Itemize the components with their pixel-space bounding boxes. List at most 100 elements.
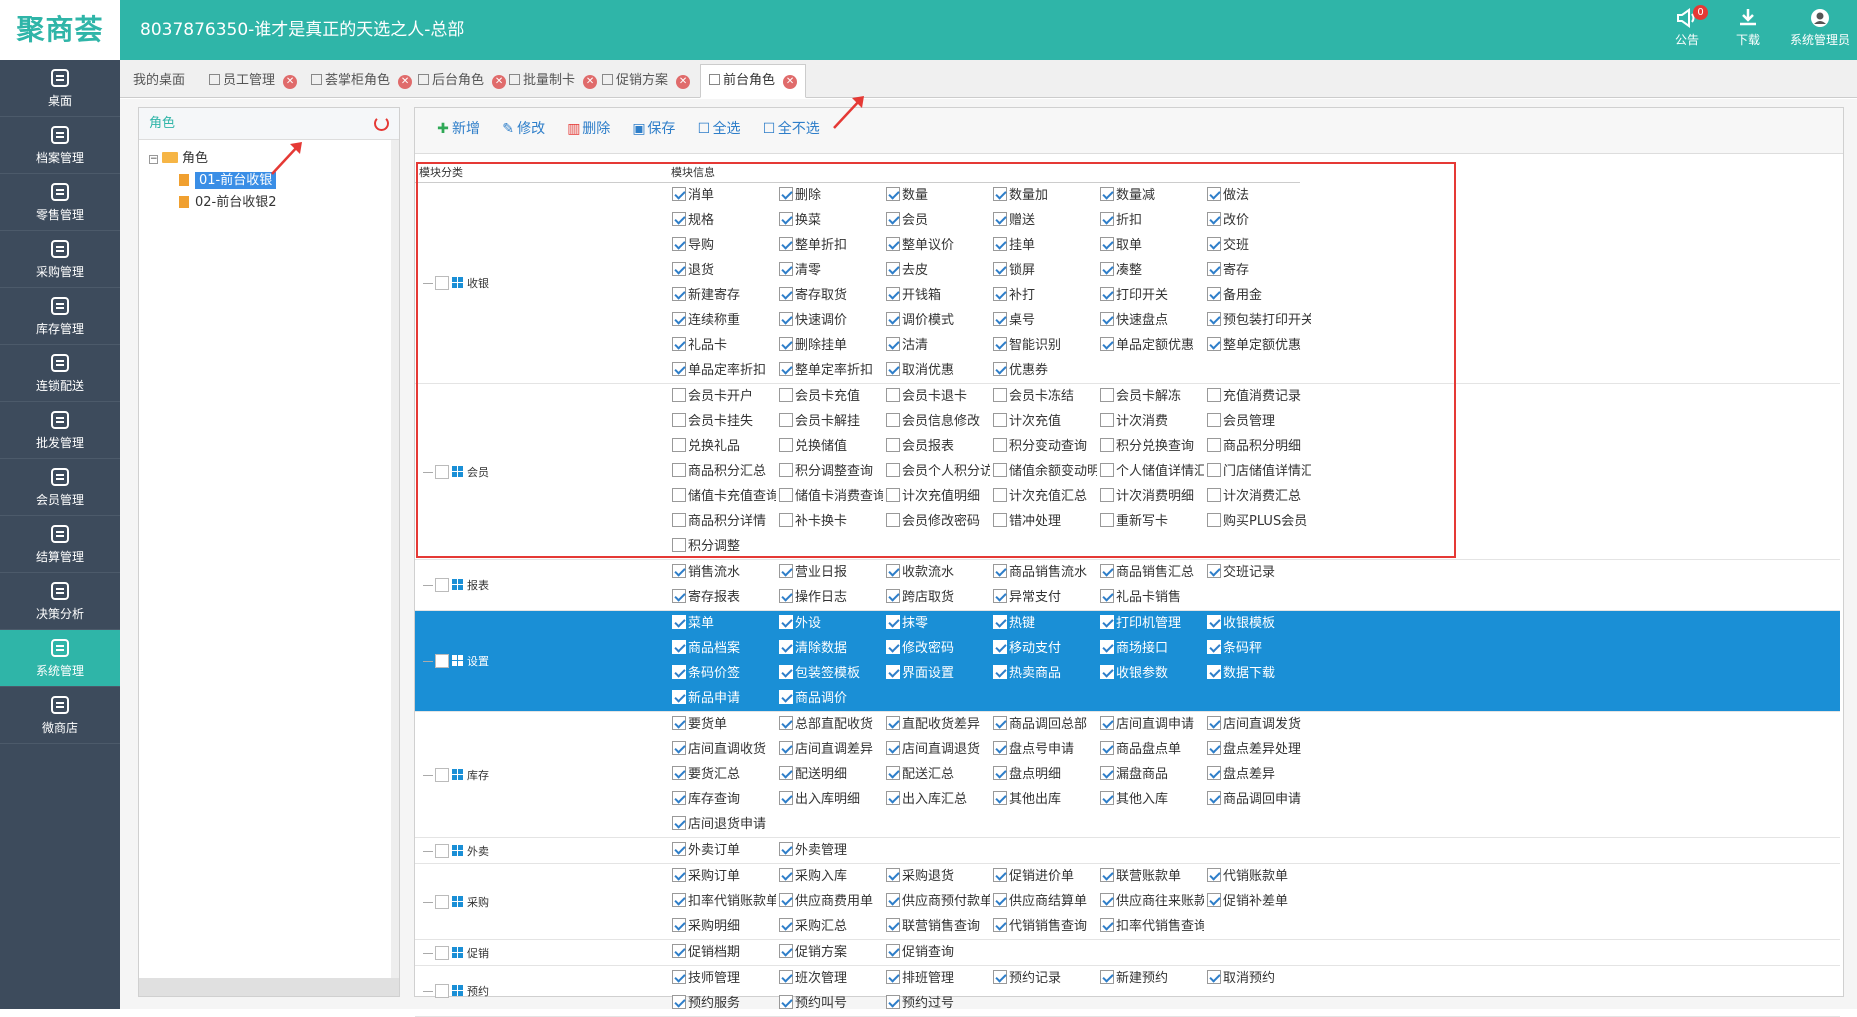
permission-item[interactable]: 会员卡解挂 <box>776 409 883 434</box>
permission-checkbox[interactable] <box>993 791 1007 805</box>
permission-item[interactable]: 商品积分详情 <box>669 509 776 534</box>
permission-checkbox[interactable] <box>886 413 900 427</box>
permission-checkbox[interactable] <box>1207 615 1221 629</box>
permission-item[interactable]: 整单定率折扣 <box>776 358 883 383</box>
close-icon[interactable]: ✕ <box>283 75 298 89</box>
permission-checkbox[interactable] <box>886 212 900 226</box>
permission-checkbox[interactable] <box>672 615 686 629</box>
permission-checkbox[interactable] <box>672 362 686 376</box>
permission-item[interactable]: 配送汇总 <box>883 762 990 787</box>
permission-checkbox[interactable] <box>1207 287 1221 301</box>
permission-checkbox[interactable] <box>886 615 900 629</box>
permission-checkbox[interactable] <box>993 868 1007 882</box>
permission-item[interactable]: 计次充值汇总 <box>990 484 1097 509</box>
permission-item[interactable]: 店间直调收货 <box>669 737 776 762</box>
permission-item[interactable]: 操作日志 <box>776 585 883 610</box>
tree-node-role-2[interactable]: 02-前台收银2 <box>149 192 389 214</box>
permission-item[interactable]: 赠送 <box>990 208 1097 233</box>
permission-checkbox[interactable] <box>886 488 900 502</box>
collapse-icon[interactable]: − <box>149 155 158 164</box>
permission-checkbox[interactable] <box>672 287 686 301</box>
sidebar-item-4[interactable]: 库存管理 <box>0 288 120 345</box>
group-checkbox[interactable] <box>435 578 449 592</box>
sidebar-item-3[interactable]: 采购管理 <box>0 231 120 288</box>
close-icon[interactable]: ✕ <box>676 75 691 89</box>
permission-item[interactable]: 会员信息修改 <box>883 409 990 434</box>
permission-item[interactable]: 商品档案 <box>669 636 776 661</box>
permission-checkbox[interactable] <box>779 893 793 907</box>
permission-item[interactable]: 错冲处理 <box>990 509 1097 534</box>
permission-item[interactable]: 商品销售流水 <box>990 560 1097 585</box>
permission-checkbox[interactable] <box>1100 918 1114 932</box>
permission-item[interactable]: 扣率代销售查询 <box>1097 914 1204 939</box>
permission-item[interactable]: 预约记录 <box>990 966 1097 991</box>
permission-checkbox[interactable] <box>1207 970 1221 984</box>
permission-item[interactable]: 补打 <box>990 283 1097 308</box>
permission-checkbox[interactable] <box>1207 237 1221 251</box>
permission-item[interactable]: 跨店取货 <box>883 585 990 610</box>
permission-item[interactable]: 会员 <box>883 208 990 233</box>
permission-checkbox[interactable] <box>1100 615 1114 629</box>
permission-item[interactable]: 预约服务 <box>669 991 776 1016</box>
permission-item[interactable]: 计次消费 <box>1097 409 1204 434</box>
permission-item[interactable]: 计次消费汇总 <box>1204 484 1311 509</box>
permission-item[interactable]: 出入库汇总 <box>883 787 990 812</box>
permission-checkbox[interactable] <box>886 337 900 351</box>
permission-checkbox[interactable] <box>886 287 900 301</box>
permission-checkbox[interactable] <box>1207 212 1221 226</box>
permission-checkbox[interactable] <box>672 212 686 226</box>
permission-item[interactable]: 预约叫号 <box>776 991 883 1016</box>
permission-item[interactable]: 清除数据 <box>776 636 883 661</box>
permission-item[interactable]: 促销方案 <box>776 940 883 965</box>
permission-item[interactable]: 条码价签 <box>669 661 776 686</box>
group-category[interactable]: 收银 <box>423 275 489 291</box>
permission-item[interactable]: 店间直调申请 <box>1097 712 1204 737</box>
save-button[interactable]: ▣ 保存 <box>632 118 675 138</box>
permission-checkbox[interactable] <box>1100 640 1114 654</box>
permission-item[interactable]: 锁屏 <box>990 258 1097 283</box>
permission-item[interactable]: 配送明细 <box>776 762 883 787</box>
permission-item[interactable]: 智能识别 <box>990 333 1097 358</box>
permission-item[interactable]: 储值余额变动明 <box>990 459 1097 484</box>
group-checkbox[interactable] <box>435 984 449 998</box>
permission-item[interactable]: 商品调回申请 <box>1204 787 1311 812</box>
permission-item[interactable]: 积分调整 <box>669 534 776 559</box>
permission-checkbox[interactable] <box>1207 791 1221 805</box>
permission-item[interactable]: 积分调整查询 <box>776 459 883 484</box>
permission-item[interactable]: 打印开关 <box>1097 283 1204 308</box>
permission-checkbox[interactable] <box>779 262 793 276</box>
permission-item[interactable]: 交班 <box>1204 233 1311 258</box>
permission-checkbox[interactable] <box>1100 287 1114 301</box>
vertical-scrollbar[interactable] <box>391 140 399 980</box>
sidebar-item-10[interactable]: 系统管理 <box>0 630 120 687</box>
permission-item[interactable]: 联营销售查询 <box>883 914 990 939</box>
permission-checkbox[interactable] <box>993 463 1007 477</box>
permission-item[interactable]: 单品定额优惠 <box>1097 333 1204 358</box>
permission-item[interactable]: 盘点差异处理 <box>1204 737 1311 762</box>
edit-button[interactable]: ✎ 修改 <box>502 118 545 138</box>
permission-checkbox[interactable] <box>1100 564 1114 578</box>
permission-item[interactable]: 连续称重 <box>669 308 776 333</box>
permission-checkbox[interactable] <box>993 413 1007 427</box>
permission-item[interactable]: 规格 <box>669 208 776 233</box>
permission-item[interactable]: 取消优惠 <box>883 358 990 383</box>
permission-item[interactable]: 要货汇总 <box>669 762 776 787</box>
sidebar-item-0[interactable]: 桌面 <box>0 60 120 117</box>
permission-item[interactable]: 会员卡冻结 <box>990 384 1097 409</box>
permission-checkbox[interactable] <box>672 868 686 882</box>
permission-checkbox[interactable] <box>993 893 1007 907</box>
group-category[interactable]: 库存 <box>423 767 489 783</box>
permission-item[interactable]: 营业日报 <box>776 560 883 585</box>
permission-item[interactable]: 商品盘点单 <box>1097 737 1204 762</box>
permission-item[interactable]: 采购退货 <box>883 864 990 889</box>
permission-checkbox[interactable] <box>779 362 793 376</box>
permission-item[interactable]: 店间直调退货 <box>883 737 990 762</box>
permission-item[interactable]: 供应商费用单 <box>776 889 883 914</box>
permission-checkbox[interactable] <box>1100 388 1114 402</box>
permission-item[interactable]: 促销查询 <box>883 940 990 965</box>
permission-checkbox[interactable] <box>1100 237 1114 251</box>
permission-checkbox[interactable] <box>886 791 900 805</box>
permission-item[interactable]: 排班管理 <box>883 966 990 991</box>
permission-item[interactable]: 店间直调发货 <box>1204 712 1311 737</box>
permission-checkbox[interactable] <box>672 995 686 1009</box>
